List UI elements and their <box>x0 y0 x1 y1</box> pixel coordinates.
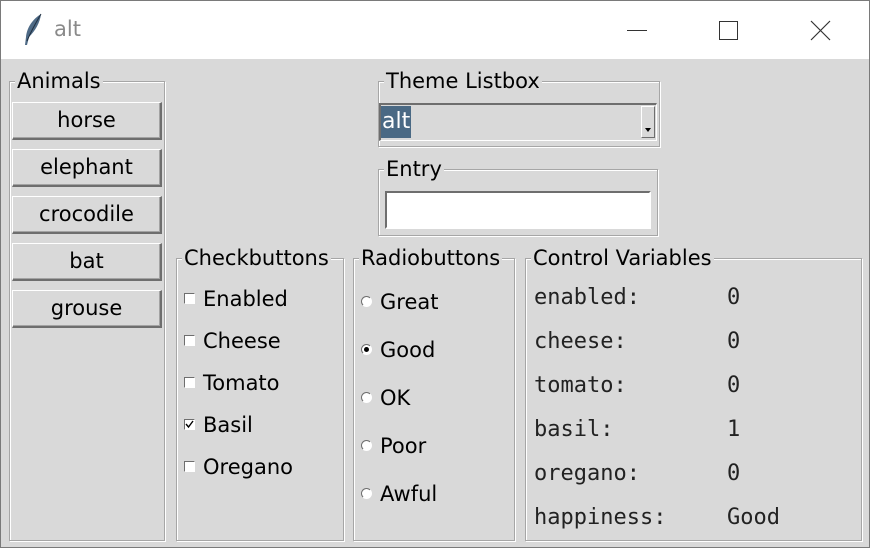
theme-combobox-value: alt <box>381 106 412 138</box>
close-button[interactable] <box>775 1 867 59</box>
crocodile-button[interactable]: crocodile <box>12 196 162 234</box>
checkbutton-label: Basil <box>203 413 253 437</box>
elephant-button[interactable]: elephant <box>12 149 162 187</box>
variable-value: 0 <box>727 329 741 354</box>
minimize-icon <box>591 30 683 63</box>
variable-name: oregano: <box>534 461 640 486</box>
variable-name: enabled: <box>534 285 640 310</box>
theme-listbox-label: Theme Listbox <box>384 69 542 93</box>
close-icon <box>775 20 867 63</box>
radio-unselected-icon <box>361 296 372 307</box>
variable-name: happiness: <box>534 505 667 530</box>
horse-button[interactable]: horse <box>12 102 162 140</box>
radio-unselected-icon <box>361 440 372 451</box>
radiobutton-label: Good <box>380 338 436 362</box>
radio-selected-icon <box>361 344 372 355</box>
radiobutton-label: Great <box>380 290 439 314</box>
window-title: alt <box>54 17 81 41</box>
maximize-button[interactable] <box>683 1 775 59</box>
radiobuttons-group: Radiobuttons Great Good OK Poor Awful <box>353 246 515 541</box>
checkbuttons-group-label: Checkbuttons <box>182 246 331 270</box>
radiobuttons-group-label: Radiobuttons <box>359 246 503 270</box>
checkbox-unchecked-icon <box>184 335 195 346</box>
text-entry-field[interactable] <box>385 191 651 229</box>
chevron-down-icon <box>642 122 654 141</box>
checkbutton-label: Oregano <box>203 455 293 479</box>
minimize-button[interactable] <box>591 1 683 59</box>
combobox-dropdown-button[interactable] <box>641 106 655 138</box>
checkbox-unchecked-icon <box>184 293 195 304</box>
entry-group: Entry <box>378 157 658 236</box>
variable-value: 1 <box>727 417 741 442</box>
radio-unselected-icon <box>361 488 372 499</box>
variable-value: 0 <box>727 373 741 398</box>
grouse-button[interactable]: grouse <box>12 290 162 328</box>
variable-value: 0 <box>727 461 741 486</box>
feather-icon <box>21 13 45 47</box>
variable-name: cheese: <box>534 329 627 354</box>
variable-value: 0 <box>727 285 741 310</box>
checkbox-unchecked-icon <box>184 461 195 472</box>
variable-name: basil: <box>534 417 614 442</box>
control-variables-group-label: Control Variables <box>531 246 714 270</box>
radio-unselected-icon <box>361 392 372 403</box>
animals-group-label: Animals <box>15 69 103 93</box>
app-window: alt Animals horse elephant crocodile bat… <box>0 0 870 548</box>
variable-name: tomato: <box>534 373 627 398</box>
checkbox-unchecked-icon <box>184 377 195 388</box>
entry-group-label: Entry <box>384 157 444 181</box>
animals-group: Animals horse elephant crocodile bat gro… <box>9 69 165 541</box>
control-variables-group: Control Variables enabled: 0 cheese: 0 t… <box>525 246 862 541</box>
maximize-icon <box>683 21 775 63</box>
checkbutton-label: Tomato <box>203 371 280 395</box>
variable-value: Good <box>727 505 780 530</box>
theme-combobox[interactable]: alt <box>379 103 657 141</box>
checkmark-icon <box>184 419 195 430</box>
title-bar[interactable]: alt <box>1 1 869 59</box>
radiobutton-label: Awful <box>380 482 438 506</box>
theme-listbox-group: Theme Listbox alt <box>378 69 660 147</box>
checkbutton-label: Cheese <box>203 329 281 353</box>
checkbuttons-group: Checkbuttons Enabled Cheese Tomato Basil… <box>176 246 344 541</box>
bat-button[interactable]: bat <box>12 243 162 281</box>
radiobutton-label: Poor <box>380 434 427 458</box>
checkbutton-label: Enabled <box>203 287 288 311</box>
radiobutton-label: OK <box>380 386 411 410</box>
